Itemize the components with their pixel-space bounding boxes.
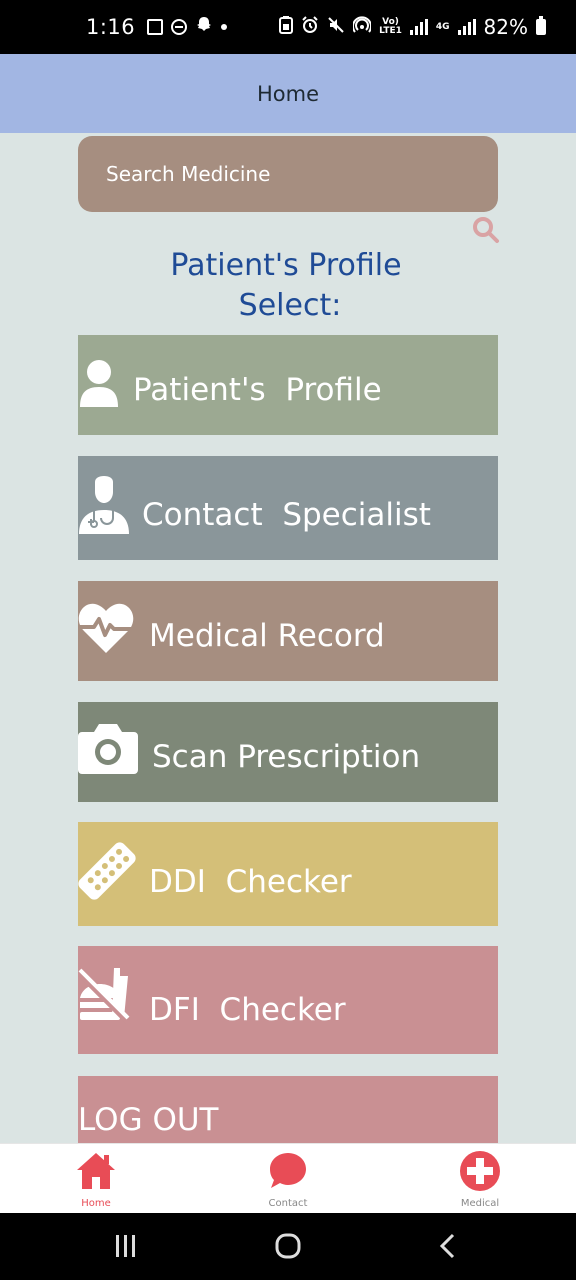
- nav-contact-label: Contact: [268, 1198, 308, 1209]
- search-medicine-input[interactable]: Search Medicine: [78, 136, 498, 212]
- dfi-checker-button[interactable]: DFI Checker: [78, 946, 498, 1054]
- logout-button[interactable]: LOG OUT: [78, 1076, 498, 1146]
- chat-bubble-icon: [267, 1153, 309, 1196]
- network-4g-label: 4G: [435, 21, 450, 32]
- heartbeat-icon: [78, 603, 134, 655]
- battery-percent: 82%: [483, 15, 528, 39]
- medical-cross-icon: [459, 1151, 501, 1196]
- mute-icon: [327, 15, 345, 39]
- scan-prescription-button[interactable]: Scan Prescription: [78, 702, 498, 802]
- home-icon: [75, 1153, 117, 1196]
- doctor-icon: [78, 476, 130, 534]
- nav-home[interactable]: Home: [46, 1150, 146, 1209]
- contact-specialist-label: Contact Specialist: [142, 497, 431, 533]
- patients-profile-button[interactable]: Patient's Profile: [78, 335, 498, 435]
- notification-icons: [147, 15, 228, 39]
- heading-line-2: Select:: [238, 288, 342, 323]
- snapchat-icon: [195, 15, 213, 39]
- page-heading: Patient's Profile Select:: [78, 246, 498, 326]
- do-not-disturb-icon: [171, 19, 188, 35]
- heading-line-1: Patient's Profile: [170, 248, 402, 283]
- bottom-navigation: Home Contact Medical: [0, 1143, 576, 1213]
- recent-apps-icon[interactable]: [114, 1233, 138, 1263]
- ddi-checker-label: DDI Checker: [149, 864, 352, 900]
- battery-icon: [536, 16, 546, 35]
- lte-text: LTE1: [379, 26, 402, 36]
- status-bar: 1:16 Vo) LTE1 4G 82%: [0, 0, 576, 54]
- patients-profile-label: Patient's Profile: [133, 372, 382, 408]
- volte-label: Vo) LTE1: [379, 18, 402, 36]
- nav-medical[interactable]: Medical: [430, 1150, 530, 1209]
- nav-contact[interactable]: Contact: [238, 1150, 338, 1209]
- nav-medical-label: Medical: [460, 1198, 500, 1209]
- pills-blister-icon: [78, 840, 136, 902]
- nav-home-label: Home: [81, 1198, 111, 1209]
- alarm-icon: [301, 15, 319, 39]
- system-navigation-bar: [0, 1213, 576, 1280]
- home-circle-icon[interactable]: [274, 1233, 302, 1263]
- logout-label: LOG OUT: [78, 1102, 219, 1138]
- signal-1-icon: [409, 19, 428, 35]
- image-icon: [147, 19, 164, 35]
- no-food-drink-icon: [78, 968, 132, 1024]
- ddi-checker-button[interactable]: DDI Checker: [78, 822, 498, 926]
- scan-prescription-label: Scan Prescription: [152, 739, 421, 775]
- search-placeholder: Search Medicine: [106, 162, 271, 186]
- medical-record-button[interactable]: Medical Record: [78, 581, 498, 681]
- dfi-checker-label: DFI Checker: [149, 992, 346, 1028]
- app-bar-title: Home: [256, 81, 319, 106]
- hotspot-icon: [352, 15, 373, 39]
- search-icon[interactable]: [472, 216, 500, 244]
- signal-2-icon: [457, 19, 476, 35]
- medical-record-label: Medical Record: [149, 618, 385, 654]
- camera-icon: [78, 722, 138, 774]
- battery-saver-icon: [279, 15, 294, 39]
- more-notifications-dot-icon: [221, 24, 228, 30]
- contact-specialist-button[interactable]: Contact Specialist: [78, 456, 498, 560]
- back-icon[interactable]: [438, 1233, 458, 1263]
- status-right: Vo) LTE1 4G 82%: [279, 15, 546, 39]
- status-time: 1:16: [86, 15, 136, 39]
- user-icon: [78, 357, 120, 409]
- app-bar: Home: [0, 54, 576, 133]
